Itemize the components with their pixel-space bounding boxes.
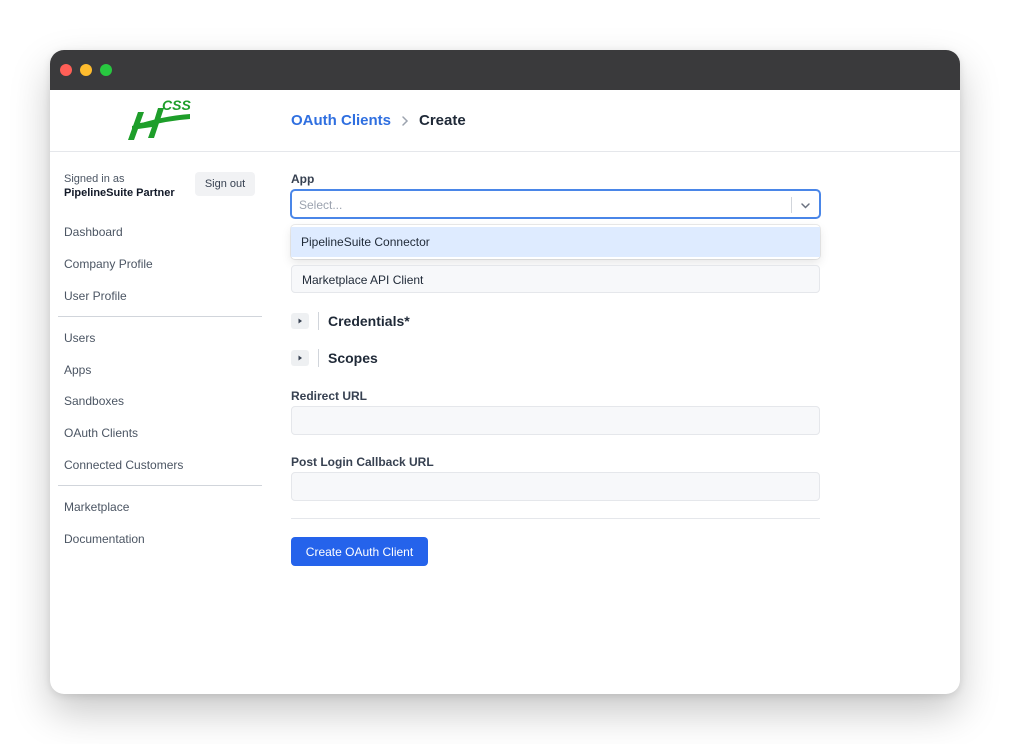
- app-label: App: [291, 172, 315, 186]
- sidebar-item-dashboard[interactable]: Dashboard: [64, 225, 123, 239]
- selected-app-item[interactable]: Marketplace API Client: [291, 265, 820, 293]
- caret-right-icon: [298, 318, 302, 324]
- page-header: CSS OAuth Clients Create: [50, 90, 960, 152]
- sidebar-item-oauth-clients[interactable]: OAuth Clients: [64, 426, 138, 440]
- sidebar-item-user-profile[interactable]: User Profile: [64, 289, 127, 303]
- credentials-expand-button[interactable]: [291, 313, 309, 329]
- sidebar-item-sandboxes[interactable]: Sandboxes: [64, 394, 124, 408]
- title-bar: [50, 50, 960, 90]
- breadcrumb-current: Create: [419, 112, 466, 129]
- redirect-url-label: Redirect URL: [291, 389, 368, 403]
- app-select[interactable]: Select...: [291, 190, 820, 218]
- close-window-button[interactable]: [60, 64, 72, 76]
- app-window: CSS OAuth Clients Create Signed in as Pi…: [50, 50, 960, 694]
- section-separator: [318, 312, 319, 330]
- caret-right-icon: [298, 355, 302, 361]
- sidebar-item-apps[interactable]: Apps: [64, 363, 91, 377]
- signed-in-label: Signed in as: [64, 173, 125, 185]
- sidebar-item-users[interactable]: Users: [64, 331, 95, 345]
- post-login-callback-url-label: Post Login Callback URL: [291, 455, 434, 469]
- breadcrumb: OAuth Clients Create: [291, 112, 466, 129]
- create-oauth-client-button[interactable]: Create OAuth Client: [291, 537, 428, 566]
- sidebar-divider: [58, 316, 262, 317]
- maximize-window-button[interactable]: [100, 64, 112, 76]
- signed-in-info: Signed in as PipelineSuite Partner: [64, 172, 175, 200]
- post-login-callback-url-input[interactable]: [291, 472, 820, 501]
- app-dropdown-menu: PipelineSuite Connector: [291, 225, 820, 259]
- sidebar-item-company-profile[interactable]: Company Profile: [64, 257, 153, 271]
- credentials-title: Credentials*: [328, 313, 410, 329]
- scopes-section: Scopes: [291, 349, 378, 367]
- scopes-expand-button[interactable]: [291, 350, 309, 366]
- signed-in-name: PipelineSuite Partner: [64, 187, 175, 199]
- sidebar-item-connected-customers[interactable]: Connected Customers: [64, 458, 183, 472]
- sidebar-item-marketplace[interactable]: Marketplace: [64, 500, 129, 514]
- chevron-right-icon: [402, 115, 409, 126]
- credentials-section: Credentials*: [291, 312, 410, 330]
- hcss-logo[interactable]: CSS: [124, 96, 194, 144]
- select-separator: [791, 197, 792, 213]
- chevron-down-icon[interactable]: [800, 200, 811, 211]
- app-option-pipelinesuite-connector[interactable]: PipelineSuite Connector: [291, 227, 820, 257]
- scopes-title: Scopes: [328, 350, 378, 366]
- sidebar-divider: [58, 485, 262, 486]
- logo-text: CSS: [162, 97, 191, 113]
- app-select-placeholder: Select...: [299, 198, 343, 212]
- section-separator: [318, 349, 319, 367]
- minimize-window-button[interactable]: [80, 64, 92, 76]
- redirect-url-input[interactable]: [291, 406, 820, 435]
- sidebar-item-documentation[interactable]: Documentation: [64, 532, 145, 546]
- breadcrumb-oauth-clients-link[interactable]: OAuth Clients: [291, 112, 391, 129]
- sign-out-button[interactable]: Sign out: [195, 172, 255, 196]
- form-divider: [291, 518, 820, 519]
